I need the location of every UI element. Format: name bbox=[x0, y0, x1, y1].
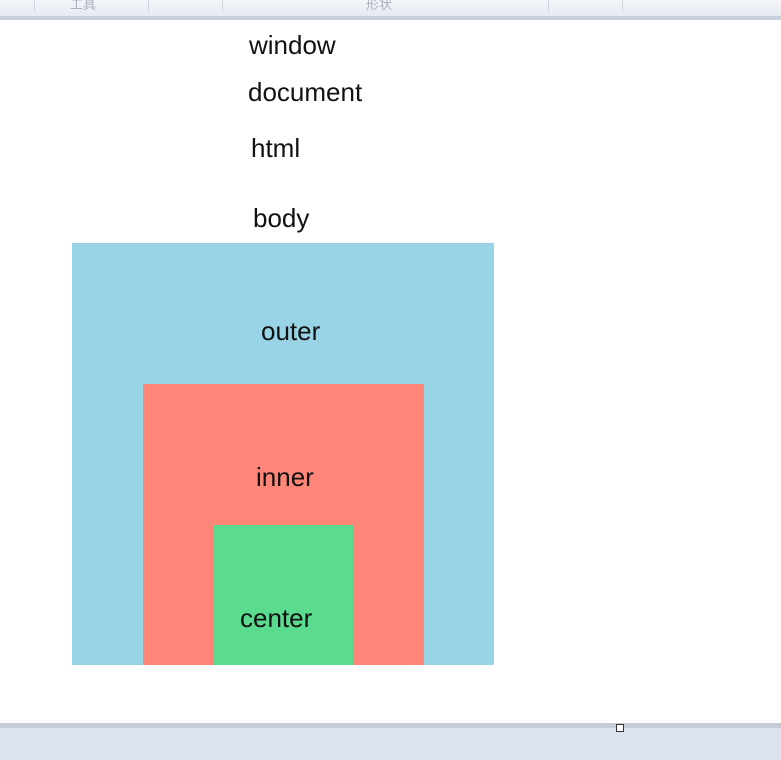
label-document: document bbox=[248, 77, 363, 107]
toolbar-ghost-text: 形状 bbox=[366, 0, 393, 12]
slide-canvas: window document html body outer inner ce… bbox=[0, 20, 781, 723]
inner-label: inner bbox=[256, 462, 314, 492]
toolbar-separator bbox=[548, 0, 549, 12]
bottom-panel bbox=[0, 723, 781, 760]
label-html: html bbox=[251, 133, 301, 163]
toolbar-separator bbox=[222, 0, 223, 12]
toolbar-separator bbox=[622, 0, 623, 12]
toolbar-ghost-text: 工具 bbox=[70, 0, 97, 12]
center-box: center bbox=[213, 525, 353, 665]
resize-handle[interactable] bbox=[616, 724, 624, 732]
center-label: center bbox=[240, 603, 313, 633]
label-window: window bbox=[249, 30, 336, 60]
toolbar-separator bbox=[148, 0, 149, 12]
top-toolbar: 工具 形状 bbox=[0, 0, 781, 20]
toolbar-separator bbox=[34, 0, 35, 12]
label-body: body bbox=[253, 203, 310, 233]
outer-label: outer bbox=[261, 316, 321, 346]
